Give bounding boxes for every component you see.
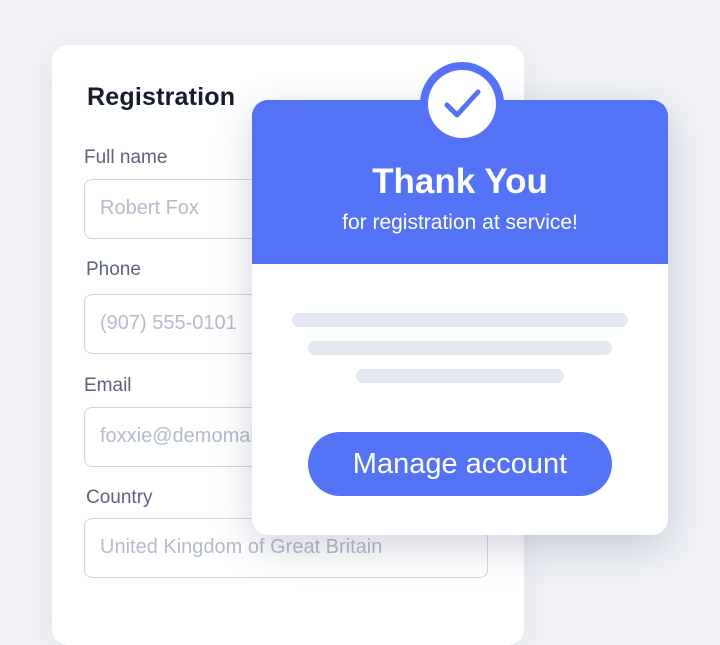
thank-you-card: Thank You for registration at service! M… bbox=[252, 62, 668, 535]
phone-value: (907) 555-0101 bbox=[100, 312, 237, 334]
skeleton-line bbox=[308, 341, 612, 355]
thank-you-subtitle: for registration at service! bbox=[342, 211, 578, 234]
country-label: Country bbox=[86, 487, 153, 508]
skeleton-line bbox=[292, 313, 628, 327]
email-label: Email bbox=[84, 375, 132, 396]
check-badge bbox=[420, 62, 504, 146]
country-value: United Kingdom of Great Britain bbox=[100, 536, 383, 558]
check-icon bbox=[428, 70, 496, 138]
phone-label: Phone bbox=[86, 259, 141, 280]
thank-you-title: Thank You bbox=[372, 162, 548, 201]
registration-title: Registration bbox=[87, 83, 236, 111]
full-name-label: Full name bbox=[84, 147, 168, 168]
skeleton-line bbox=[356, 369, 564, 383]
full-name-value: Robert Fox bbox=[100, 197, 199, 219]
manage-account-button[interactable]: Manage account bbox=[308, 432, 612, 496]
